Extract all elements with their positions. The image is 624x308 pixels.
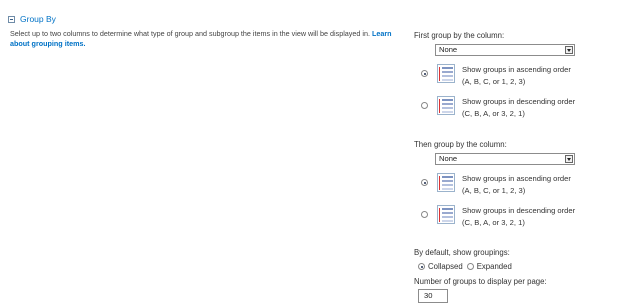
description-text: Select up to two columns to determine wh… [10,29,370,38]
then-descending-line1: Show groups in descending order [462,206,576,215]
collapse-icon[interactable] [8,15,15,23]
first-ascending-radio[interactable] [421,70,428,77]
groups-per-page-input[interactable]: 30 [418,289,448,303]
then-group-select[interactable]: None [435,153,575,165]
first-group-select[interactable]: None [435,44,575,56]
first-descending-line2: (C, B, A, or 3, 2, 1) [462,109,525,118]
then-ascending-radio[interactable] [421,179,428,186]
then-descending-option[interactable]: Show groups in descending order (C, B, A… [421,205,575,229]
default-groupings-label: By default, show groupings: [414,248,510,257]
first-ascending-line2: (A, B, C, or 1, 2, 3) [462,77,526,86]
then-descending-text: Show groups in descending order (C, B, A… [462,205,575,229]
first-descending-line1: Show groups in descending order [462,97,576,106]
first-descending-option[interactable]: Show groups in descending order (C, B, A… [421,96,575,120]
collapsed-option[interactable]: Collapsed [418,262,463,271]
collapsed-radio[interactable] [418,263,425,270]
descending-list-icon [437,205,455,224]
descending-list-icon [437,96,455,115]
groups-per-page-label: Number of groups to display per page: [414,277,547,286]
then-ascending-line1: Show groups in ascending order [462,174,571,183]
group-by-settings: Group By Select up to two columns to det… [0,0,624,308]
chevron-down-icon[interactable] [565,46,573,54]
section-header[interactable]: Group By [8,14,56,24]
then-descending-line2: (C, B, A, or 3, 2, 1) [462,218,525,227]
first-ascending-line1: Show groups in ascending order [462,65,571,74]
section-title: Group By [20,14,56,24]
first-group-label: First group by the column: [414,31,505,40]
then-descending-radio[interactable] [421,211,428,218]
chevron-down-icon[interactable] [565,155,573,163]
first-ascending-option[interactable]: Show groups in ascending order (A, B, C,… [421,64,571,88]
collapsed-label: Collapsed [428,262,463,271]
ascending-list-icon [437,64,455,83]
then-group-label: Then group by the column: [414,140,507,149]
expanded-option[interactable]: Expanded [466,262,512,271]
first-ascending-text: Show groups in ascending order (A, B, C,… [462,64,571,88]
ascending-list-icon [437,173,455,192]
section-description: Select up to two columns to determine wh… [10,29,405,49]
default-groupings-options: Collapsed Expanded [418,262,516,271]
first-group-selected: None [439,45,458,54]
then-group-selected: None [439,154,458,163]
first-descending-text: Show groups in descending order (C, B, A… [462,96,575,120]
expanded-label: Expanded [476,262,512,271]
expanded-radio[interactable] [466,263,474,270]
then-ascending-text: Show groups in ascending order (A, B, C,… [462,173,571,197]
then-ascending-line2: (A, B, C, or 1, 2, 3) [462,186,526,195]
first-descending-radio[interactable] [421,102,428,109]
then-ascending-option[interactable]: Show groups in ascending order (A, B, C,… [421,173,571,197]
